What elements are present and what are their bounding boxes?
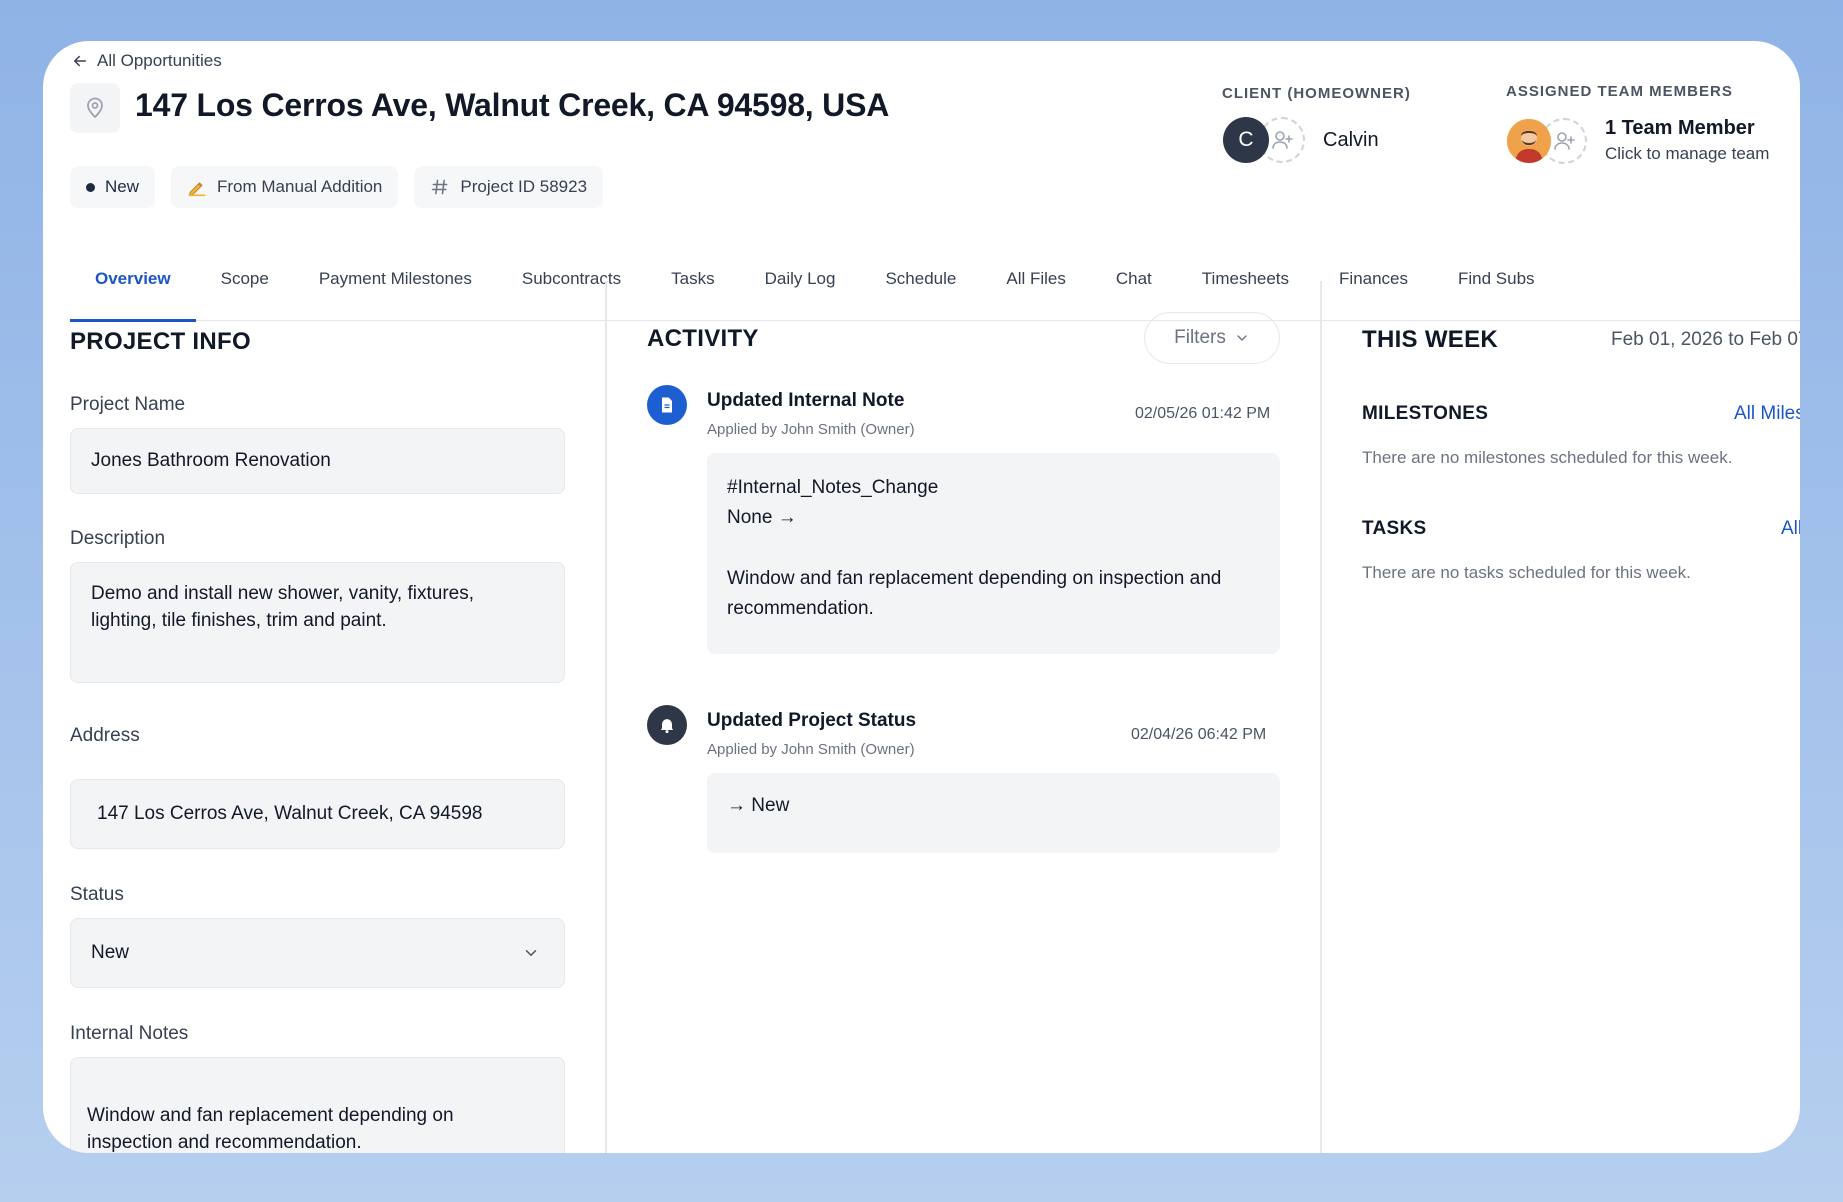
tab-subcontracts[interactable]: Subcontracts bbox=[497, 237, 646, 321]
tasks-empty-message: There are no tasks scheduled for this we… bbox=[1362, 563, 1691, 582]
manage-team-link[interactable]: Click to manage team bbox=[1605, 144, 1769, 164]
project-name-label: Project Name bbox=[70, 394, 186, 415]
tab-all-files[interactable]: All Files bbox=[981, 237, 1091, 321]
column-divider bbox=[605, 281, 607, 1153]
description-textarea[interactable]: Demo and install new shower, vanity, fix… bbox=[70, 562, 565, 683]
activity-change-body: → New bbox=[727, 795, 790, 816]
writing-hand-icon bbox=[188, 182, 206, 197]
tab-bar: Overview Scope Payment Milestones Subcon… bbox=[70, 237, 1800, 322]
tab-schedule[interactable]: Schedule bbox=[860, 237, 981, 321]
tab-scope[interactable]: Scope bbox=[196, 237, 294, 321]
status-select[interactable]: New bbox=[70, 918, 565, 988]
filters-label: Filters bbox=[1174, 327, 1226, 348]
document-icon bbox=[662, 397, 672, 413]
activity-applied-by: Applied by John Smith (Owner) bbox=[707, 421, 915, 438]
chevron-down-icon bbox=[1237, 335, 1247, 341]
status-dot-icon bbox=[86, 182, 95, 192]
back-link-label: All Opportunities bbox=[97, 51, 222, 70]
man-avatar-icon bbox=[1507, 118, 1551, 163]
internal-notes-textarea[interactable]: Window and fan replacement depending on … bbox=[70, 1057, 565, 1153]
status-label: Status bbox=[70, 884, 124, 905]
bell-icon bbox=[660, 719, 674, 734]
source-chip-label: From Manual Addition bbox=[217, 177, 383, 196]
activity-detail-box: #Internal_Notes_Change None → Window and… bbox=[707, 453, 1280, 654]
internal-notes-text: Window and fan replacement depending on … bbox=[87, 1105, 454, 1153]
activity-change-from: None → bbox=[727, 507, 797, 529]
activity-title: Updated Internal Note bbox=[707, 390, 905, 411]
app-window: All Opportunities 147 Los Cerros Ave, Wa… bbox=[43, 41, 1800, 1153]
team-summary: 1 Team Member Click to manage team bbox=[1605, 117, 1769, 164]
internal-notes-label: Internal Notes bbox=[70, 1023, 189, 1044]
activity-change-tag: #Internal_Notes_Change bbox=[727, 477, 939, 498]
team-heading: ASSIGNED TEAM MEMBERS bbox=[1506, 83, 1733, 100]
address-input[interactable]: 147 Los Cerros Ave, Walnut Creek, CA 945… bbox=[70, 779, 565, 849]
location-badge bbox=[70, 83, 120, 133]
chevron-down-icon bbox=[525, 950, 537, 956]
back-link[interactable]: All Opportunities bbox=[71, 51, 222, 71]
description-label: Description bbox=[70, 528, 166, 549]
client-avatar: C bbox=[1223, 117, 1269, 163]
add-person-icon bbox=[1272, 131, 1293, 149]
status-chip: New bbox=[70, 166, 156, 208]
tab-overview[interactable]: Overview bbox=[70, 237, 196, 322]
activity-detail-box: → New bbox=[707, 773, 1280, 853]
project-id-label: Project ID 58923 bbox=[460, 177, 588, 196]
tab-timesheets[interactable]: Timesheets bbox=[1177, 237, 1314, 321]
team-selector[interactable]: 1 Team Member Click to manage team bbox=[1507, 117, 1769, 164]
tab-payment-milestones[interactable]: Payment Milestones bbox=[294, 237, 497, 321]
project-name-input[interactable]: Jones Bathroom Renovation bbox=[70, 428, 565, 494]
status-chip-label: New bbox=[105, 177, 140, 196]
client-heading: CLIENT (HOMEOWNER) bbox=[1222, 85, 1411, 102]
milestones-empty-message: There are no milestones scheduled for th… bbox=[1362, 448, 1733, 467]
column-divider bbox=[1320, 281, 1322, 1153]
add-person-icon bbox=[1554, 131, 1575, 150]
source-chip: From Manual Addition bbox=[171, 166, 399, 208]
address-label: Address bbox=[70, 725, 140, 746]
status-select-value: New bbox=[91, 942, 130, 963]
all-milestones-link[interactable]: All Milestones bbox=[1734, 403, 1800, 425]
tab-chat[interactable]: Chat bbox=[1091, 237, 1177, 321]
description-text: Demo and install new shower, vanity, fix… bbox=[91, 583, 474, 631]
team-count: 1 Team Member bbox=[1605, 117, 1755, 139]
note-icon bbox=[647, 385, 687, 425]
team-member-avatar bbox=[1507, 118, 1551, 163]
tab-tasks[interactable]: Tasks bbox=[646, 237, 739, 321]
bell-icon-badge bbox=[647, 705, 687, 745]
activity-timestamp: 02/05/26 01:42 PM bbox=[1135, 405, 1271, 422]
map-pin-icon bbox=[87, 97, 103, 119]
client-selector[interactable]: C Calvin bbox=[1223, 117, 1379, 163]
milestones-heading: MILESTONES bbox=[1362, 403, 1489, 424]
activity-applied-by: Applied by John Smith (Owner) bbox=[707, 741, 915, 758]
tab-daily-log[interactable]: Daily Log bbox=[740, 237, 861, 321]
filters-button[interactable]: Filters bbox=[1144, 312, 1280, 364]
activity-change-body: Window and fan replacement depending on … bbox=[727, 567, 1222, 620]
tab-find-subs[interactable]: Find Subs bbox=[1433, 237, 1560, 321]
arrow-left-icon bbox=[74, 55, 86, 67]
hash-icon bbox=[432, 179, 448, 195]
project-id-chip: Project ID 58923 bbox=[414, 166, 604, 208]
activity-heading: ACTIVITY bbox=[647, 325, 759, 352]
activity-timestamp: 02/04/26 06:42 PM bbox=[1131, 726, 1267, 743]
activity-title: Updated Project Status bbox=[707, 710, 917, 731]
client-name: Calvin bbox=[1323, 128, 1379, 151]
project-info-heading: PROJECT INFO bbox=[70, 328, 251, 355]
project-chips: New From Manual Addition Project ID 5892… bbox=[70, 166, 604, 208]
week-range: Feb 01, 2026 to Feb 07 bbox=[1611, 329, 1800, 350]
all-tasks-link[interactable]: All Tasks bbox=[1781, 518, 1800, 540]
this-week-heading: THIS WEEK bbox=[1362, 326, 1499, 353]
tasks-heading: TASKS bbox=[1362, 518, 1427, 539]
page-title: 147 Los Cerros Ave, Walnut Creek, CA 945… bbox=[135, 87, 890, 123]
tab-finances[interactable]: Finances bbox=[1314, 237, 1433, 321]
